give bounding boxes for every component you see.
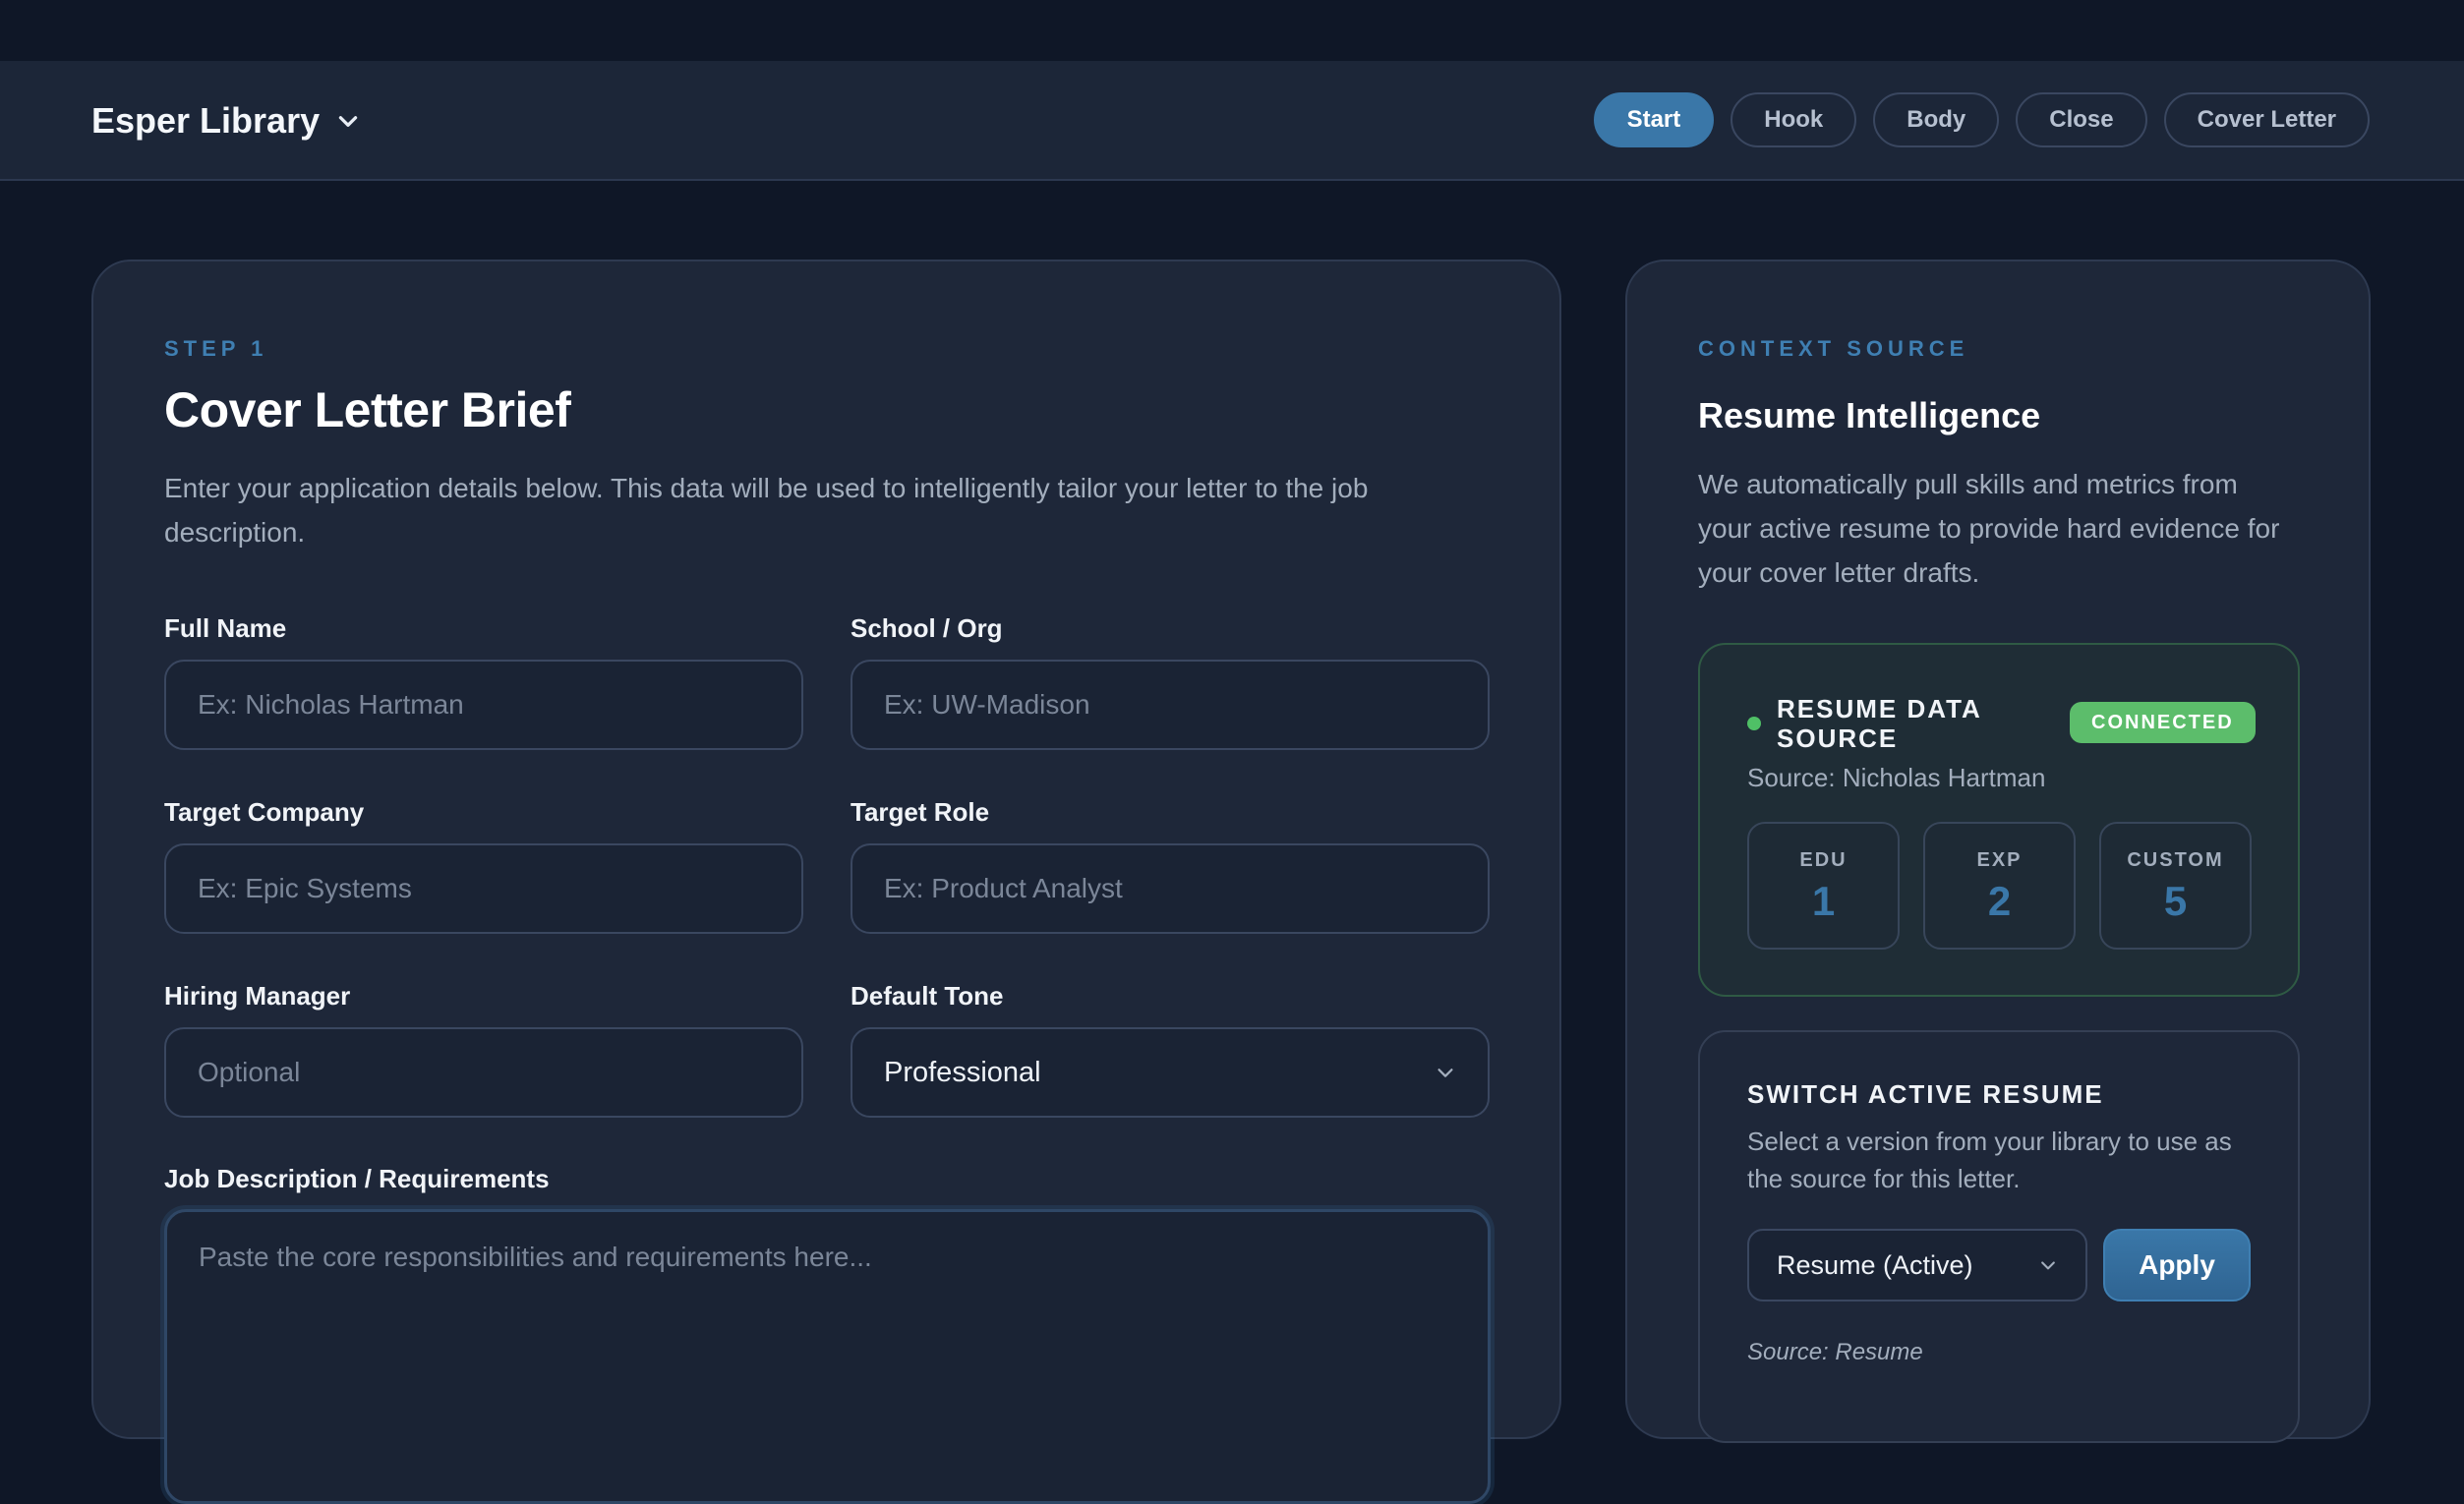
school-org-input[interactable]	[851, 660, 1490, 750]
chevron-down-icon	[2041, 1261, 2055, 1270]
context-eyebrow: CONTEXT SOURCE	[1698, 336, 1969, 361]
switch-active-resume-panel: SWITCH ACTIVE RESUME Select a version fr…	[1698, 1030, 2300, 1443]
brief-description: Enter your application details below. Th…	[164, 473, 1369, 548]
switch-resume-title: SWITCH ACTIVE RESUME	[1747, 1079, 2104, 1109]
job-description-textarea[interactable]	[164, 1209, 1491, 1504]
window-top-strip	[0, 0, 2464, 61]
school-org-label: School / Org	[851, 613, 1003, 643]
resume-data-source-title: RESUME DATA SOURCE	[1777, 694, 1981, 753]
tab-hook[interactable]: Hook	[1731, 92, 1857, 147]
stat-edu-label: EDU	[1799, 849, 1848, 871]
page-title: Cover Letter Brief	[164, 382, 571, 437]
target-role-input[interactable]	[851, 843, 1490, 934]
job-description-label: Job Description / Requirements	[164, 1164, 550, 1193]
target-company-input[interactable]	[164, 843, 803, 934]
brand-title: Esper Library	[91, 100, 321, 141]
step-label: STEP 1	[164, 336, 268, 361]
full-name-input[interactable]	[164, 660, 803, 750]
target-role-label: Target Role	[851, 797, 990, 827]
resume-data-source-panel: RESUME DATA SOURCE CONNECTED Source: Nic…	[1698, 643, 2300, 997]
context-title: Resume Intelligence	[1698, 395, 2041, 435]
resume-source-name: Source: Nicholas Hartman	[1747, 763, 2046, 792]
tab-close[interactable]: Close	[2016, 92, 2147, 147]
stat-exp: EXP 2	[1923, 822, 2076, 950]
context-source-card: CONTEXT SOURCE Resume Intelligence We au…	[1625, 260, 2371, 1443]
stat-custom-label: CUSTOM	[2127, 849, 2224, 871]
tab-start[interactable]: Start	[1593, 92, 1715, 147]
stat-edu-value: 1	[1811, 878, 1836, 924]
hiring-manager-label: Hiring Manager	[164, 981, 351, 1011]
switch-source-note: Source: Resume	[1747, 1339, 1923, 1365]
stat-exp-value: 2	[1987, 878, 2012, 924]
target-company-label: Target Company	[164, 797, 365, 827]
cover-letter-brief-card: STEP 1 Cover Letter Brief Enter your app…	[91, 260, 1561, 1504]
chevron-down-icon	[338, 116, 358, 127]
stat-custom-value: 5	[2163, 878, 2188, 924]
switch-resume-description: Select a version from your library to us…	[1747, 1127, 2232, 1193]
stat-custom: CUSTOM 5	[2099, 822, 2252, 950]
library-switcher[interactable]: Esper Library	[91, 98, 361, 144]
chevron-down-icon	[1437, 1069, 1453, 1077]
apply-button[interactable]: Apply	[2103, 1229, 2251, 1302]
tab-cover-letter[interactable]: Cover Letter	[2163, 92, 2370, 147]
status-dot-icon	[1747, 717, 1761, 730]
resume-version-select[interactable]: Resume (Active)	[1747, 1229, 2087, 1302]
top-navbar: Esper Library Start Hook Body Close Cove…	[0, 61, 2464, 181]
stat-exp-label: EXP	[1976, 849, 2023, 871]
hiring-manager-input[interactable]	[164, 1027, 803, 1118]
tab-body[interactable]: Body	[1873, 92, 2000, 147]
stat-edu: EDU 1	[1747, 822, 1900, 950]
step-tabs: Start Hook Body Close Cover Letter	[1593, 92, 2370, 147]
context-description: We automatically pull skills and metrics…	[1698, 469, 2280, 588]
full-name-label: Full Name	[164, 613, 287, 643]
default-tone-label: Default Tone	[851, 981, 1004, 1011]
status-badge: CONNECTED	[2070, 702, 2256, 743]
resume-version-value: Resume (Active)	[1777, 1249, 1973, 1280]
default-tone-value: Professional	[884, 1056, 1041, 1088]
default-tone-select[interactable]: Professional	[851, 1027, 1490, 1118]
